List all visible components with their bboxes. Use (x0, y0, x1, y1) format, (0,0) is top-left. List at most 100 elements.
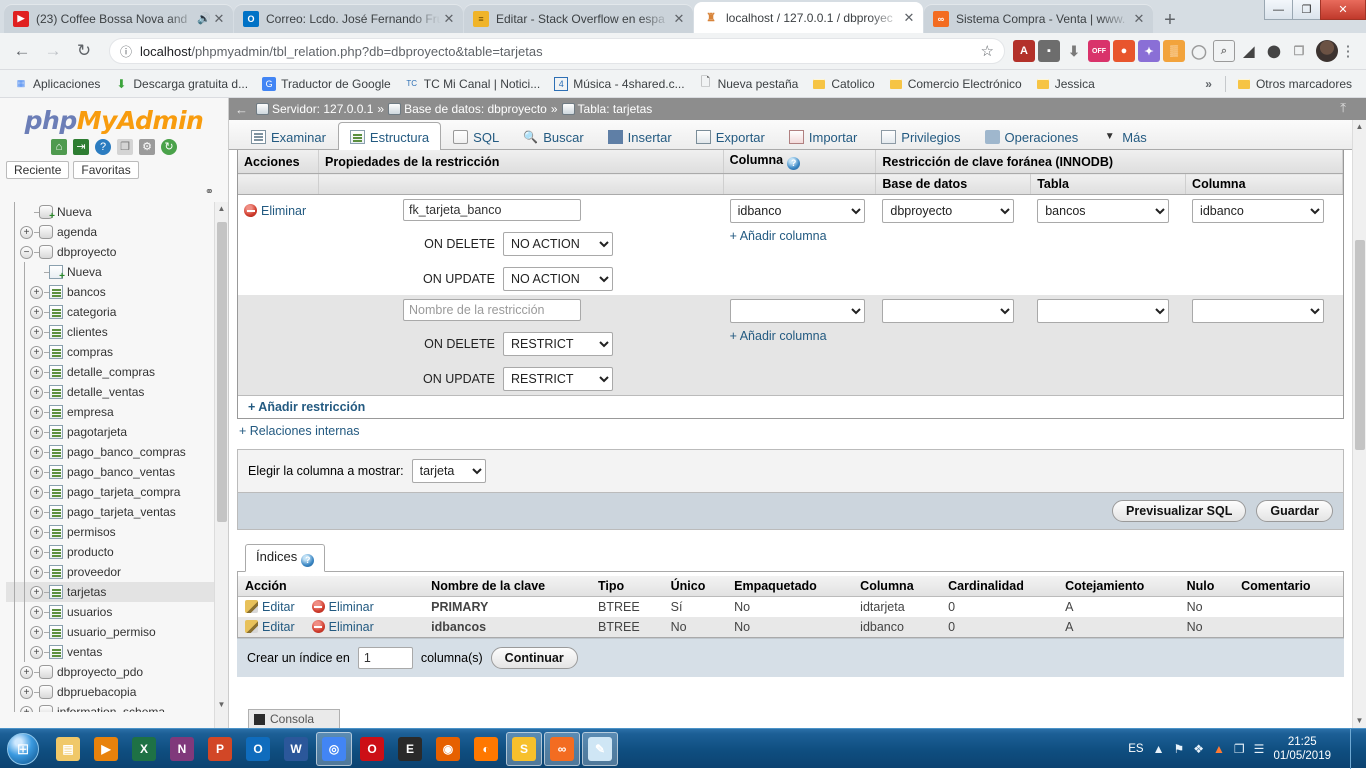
tree-expander-icon[interactable]: + (20, 666, 33, 679)
adblock-off-icon[interactable]: OFF (1088, 40, 1110, 62)
ghostery-icon[interactable]: ✦ (1138, 40, 1160, 62)
show-desktop-button[interactable] (1350, 729, 1360, 769)
internal-relations-link[interactable]: + Relaciones internas (229, 419, 1352, 443)
tree-expander-icon[interactable]: + (30, 526, 43, 539)
network-flag-icon[interactable]: ⚑ (1173, 742, 1184, 756)
source-column-select[interactable]: idbanco (730, 199, 865, 223)
taskbar-chrome-icon[interactable]: ◎ (316, 732, 352, 766)
bookmark-folder[interactable]: Catolico (806, 75, 880, 93)
main-scrollbar[interactable]: ▲ ▼ (1352, 120, 1366, 728)
tree-expander-icon[interactable]: + (30, 626, 43, 639)
edit-icon[interactable] (245, 620, 258, 633)
breadcrumb-database[interactable]: Base de datos: dbproyecto (404, 102, 547, 116)
browser-tab-active[interactable]: ♜ localhost / 127.0.0.1 / dbproyec ✕ (694, 2, 923, 33)
address-bar[interactable]: ⓘ localhost/phpmyadmin/tbl_relation.php?… (109, 38, 1005, 64)
tree-expander-icon[interactable]: + (30, 366, 43, 379)
tree-item-clientes[interactable]: +clientes (6, 322, 214, 342)
tree-item-tarjetas[interactable]: +tarjetas (6, 582, 214, 602)
tree-item-usuario_permiso[interactable]: +usuario_permiso (6, 622, 214, 642)
minimize-button[interactable]: — (1264, 0, 1293, 20)
tree-expander-icon[interactable]: + (20, 686, 33, 699)
tree-item-agenda[interactable]: +agenda (6, 222, 214, 242)
tree-item-pago_tarjeta_compra[interactable]: +pago_tarjeta_compra (6, 482, 214, 502)
continue-button[interactable]: Continuar (491, 647, 578, 669)
network-icon[interactable]: ☰ (1254, 742, 1265, 756)
tree-expander-icon[interactable]: + (30, 326, 43, 339)
ref-table-select[interactable] (1037, 299, 1169, 323)
reload-button[interactable]: ↻ (70, 37, 98, 65)
indices-tab[interactable]: Índices? (245, 544, 325, 572)
tab-insertar[interactable]: Insertar (596, 122, 684, 151)
tab-audio-icon[interactable]: 🔊 (197, 12, 211, 25)
console-bar[interactable]: Consola (248, 709, 340, 728)
honey-icon[interactable]: ● (1113, 40, 1135, 62)
new-tab-button[interactable]: + (1156, 7, 1184, 33)
tree-item-detalle_ventas[interactable]: +detalle_ventas (6, 382, 214, 402)
on-delete-select[interactable]: NO ACTION (503, 232, 613, 256)
editar-link[interactable]: Editar (262, 620, 295, 634)
chrome-menu-icon[interactable]: ⋮ (1338, 42, 1358, 60)
tab-reciente[interactable]: Reciente (6, 161, 69, 179)
lock-bag-icon[interactable]: ▪ (1038, 40, 1060, 62)
taskbar-powerpoint-icon[interactable]: P (202, 732, 238, 766)
tree-item-ventas[interactable]: +ventas (6, 642, 214, 662)
tree-item-producto[interactable]: +producto (6, 542, 214, 562)
adobe-acrobat-icon[interactable]: A (1013, 40, 1035, 62)
tab-sql[interactable]: SQL (441, 122, 511, 151)
browser-tab[interactable]: ≡ Editar - Stack Overflow en espa ✕ (464, 4, 693, 33)
taskbar-onenote-icon[interactable]: N (164, 732, 200, 766)
browser-tab[interactable]: ∞ Sistema Compra - Venta | www. ✕ (924, 4, 1153, 33)
site-info-icon[interactable]: ⓘ (120, 43, 132, 60)
scroll-thumb[interactable] (217, 222, 227, 522)
bookmark-item[interactable]: G Traductor de Google (256, 75, 397, 93)
tree-expander-icon[interactable]: + (30, 566, 43, 579)
tree-item-bancos[interactable]: +bancos (6, 282, 214, 302)
tab-buscar[interactable]: 🔍Buscar (511, 122, 595, 151)
maximize-button[interactable]: ❐ (1292, 0, 1321, 20)
delete-icon[interactable] (312, 620, 325, 633)
tree-item-compras[interactable]: +compras (6, 342, 214, 362)
show-hidden-icons[interactable]: ▲ (1153, 742, 1165, 756)
tree-expander-icon[interactable]: + (30, 646, 43, 659)
tree-item-detalle_compras[interactable]: +detalle_compras (6, 362, 214, 382)
add-column-link[interactable]: + Añadir columna (730, 229, 827, 243)
tab-favoritas[interactable]: Favoritas (73, 161, 138, 179)
tree-expander-icon[interactable]: + (30, 386, 43, 399)
collapse-icon[interactable]: ⤒ (1340, 100, 1346, 116)
bookmark-item[interactable]: TC TC Mi Canal | Notici... (399, 75, 546, 93)
bookmark-apps[interactable]: ▦ Aplicaciones (8, 75, 106, 93)
ref-column-select[interactable]: idbanco (1192, 199, 1324, 223)
bookmark-star-icon[interactable]: ☆ (981, 42, 994, 60)
scroll-down-icon[interactable]: ▼ (1353, 714, 1366, 728)
tree-expander-icon[interactable]: + (30, 446, 43, 459)
taskbar-outlook-icon[interactable]: O (240, 732, 276, 766)
tree-expander-icon[interactable]: + (30, 306, 43, 319)
delete-icon[interactable] (244, 204, 257, 217)
tree-expander-icon[interactable]: + (20, 706, 33, 713)
ref-column-select[interactable] (1192, 299, 1324, 323)
download-arrow-icon[interactable]: ⬇ (1063, 40, 1085, 62)
source-column-select[interactable] (730, 299, 865, 323)
add-column-link[interactable]: + Añadir columna (730, 329, 827, 343)
tree-expander-icon[interactable]: + (30, 586, 43, 599)
colorpick-icon[interactable]: ▒ (1163, 40, 1185, 62)
taskbar-word-icon[interactable]: W (278, 732, 314, 766)
ref-table-select[interactable]: bancos (1037, 199, 1169, 223)
tab-privilegios[interactable]: Privilegios (869, 122, 972, 151)
tree-item-empresa[interactable]: +empresa (6, 402, 214, 422)
bookmark-item[interactable]: 🗋 Nueva pestaña (693, 75, 805, 93)
taskbar-avast-icon[interactable]: ◐ (468, 732, 504, 766)
taskbar-xampp-icon[interactable]: ∞ (544, 732, 580, 766)
home-icon[interactable]: ⌂ (51, 139, 67, 155)
tree-expander-icon[interactable]: + (30, 466, 43, 479)
tree-item-information_schema[interactable]: +information_schema (6, 702, 214, 712)
tree-item-pago_banco_ventas[interactable]: +pago_banco_ventas (6, 462, 214, 482)
scroll-up-icon[interactable]: ▲ (1353, 120, 1366, 134)
logout-icon[interactable]: ⇥ (73, 139, 89, 155)
tree-expander-icon[interactable]: + (30, 546, 43, 559)
help-icon[interactable]: ? (301, 554, 314, 567)
bookmark-item[interactable]: 4 Música - 4shared.c... (548, 75, 690, 93)
tree-item-proveedor[interactable]: +proveedor (6, 562, 214, 582)
taskbar-opera-icon[interactable]: O (354, 732, 390, 766)
tree-expander-icon[interactable]: + (30, 606, 43, 619)
